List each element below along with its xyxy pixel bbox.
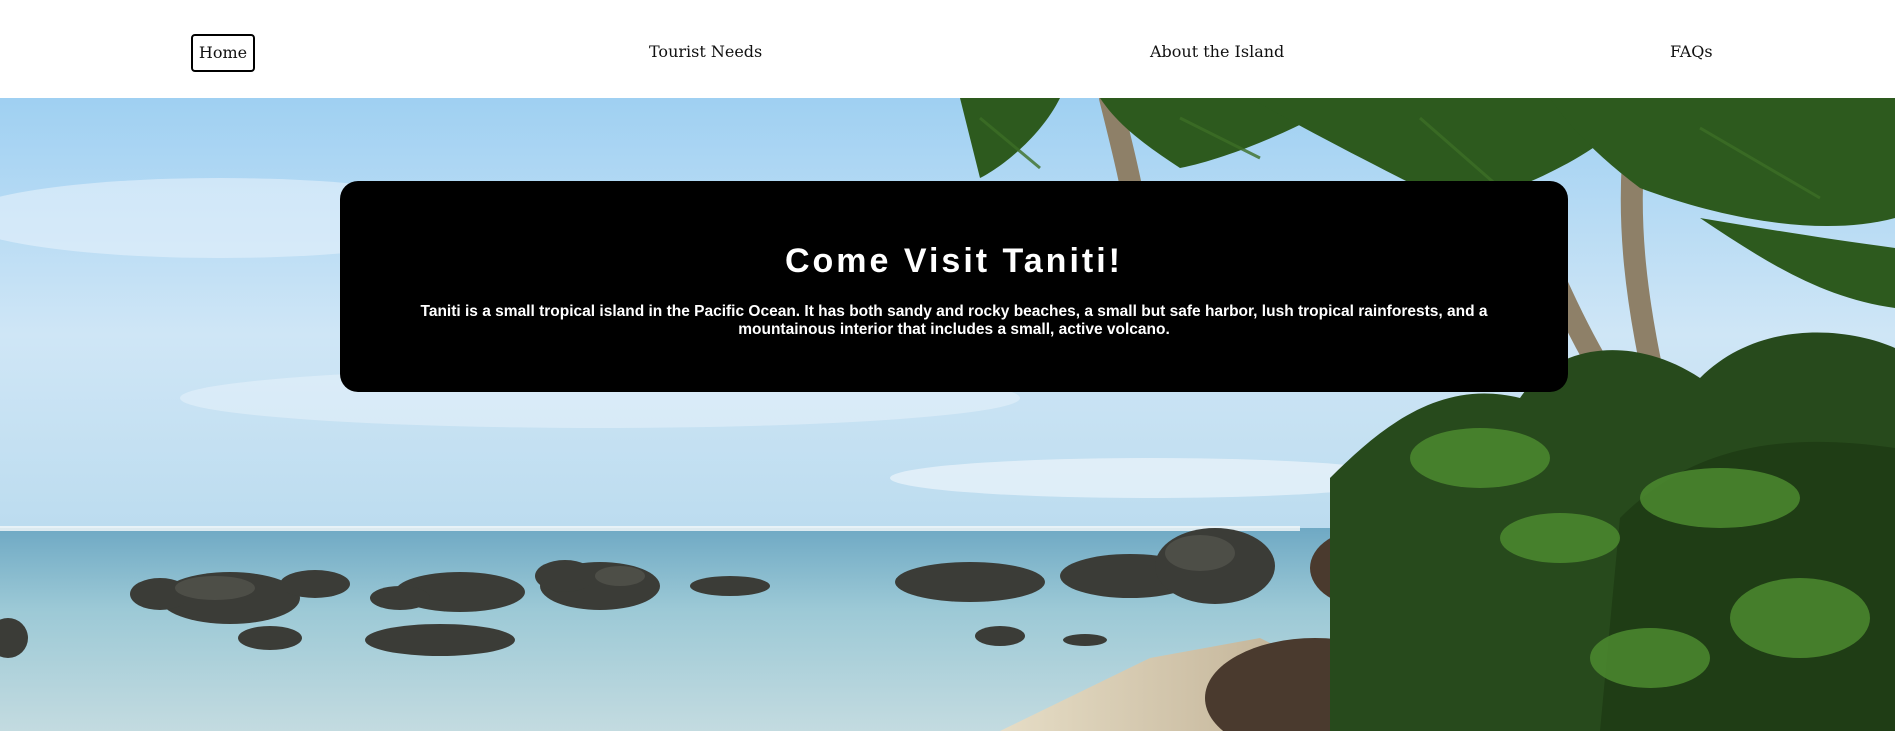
hero-section: Come Visit Taniti! Taniti is a small tro… bbox=[0, 98, 1895, 731]
nav-tourist-needs-link[interactable]: Tourist Needs bbox=[649, 40, 762, 64]
nav-faqs-link[interactable]: FAQs bbox=[1670, 40, 1713, 64]
nav-about-island-link[interactable]: About the Island bbox=[1150, 40, 1284, 64]
welcome-banner: Come Visit Taniti! Taniti is a small tro… bbox=[340, 181, 1568, 392]
island-description: Taniti is a small tropical island in the… bbox=[420, 303, 1488, 338]
top-navigation: Home Tourist Needs About the Island FAQs bbox=[0, 0, 1895, 98]
nav-home-link[interactable]: Home bbox=[191, 34, 255, 72]
page-title: Come Visit Taniti! bbox=[784, 242, 1123, 280]
